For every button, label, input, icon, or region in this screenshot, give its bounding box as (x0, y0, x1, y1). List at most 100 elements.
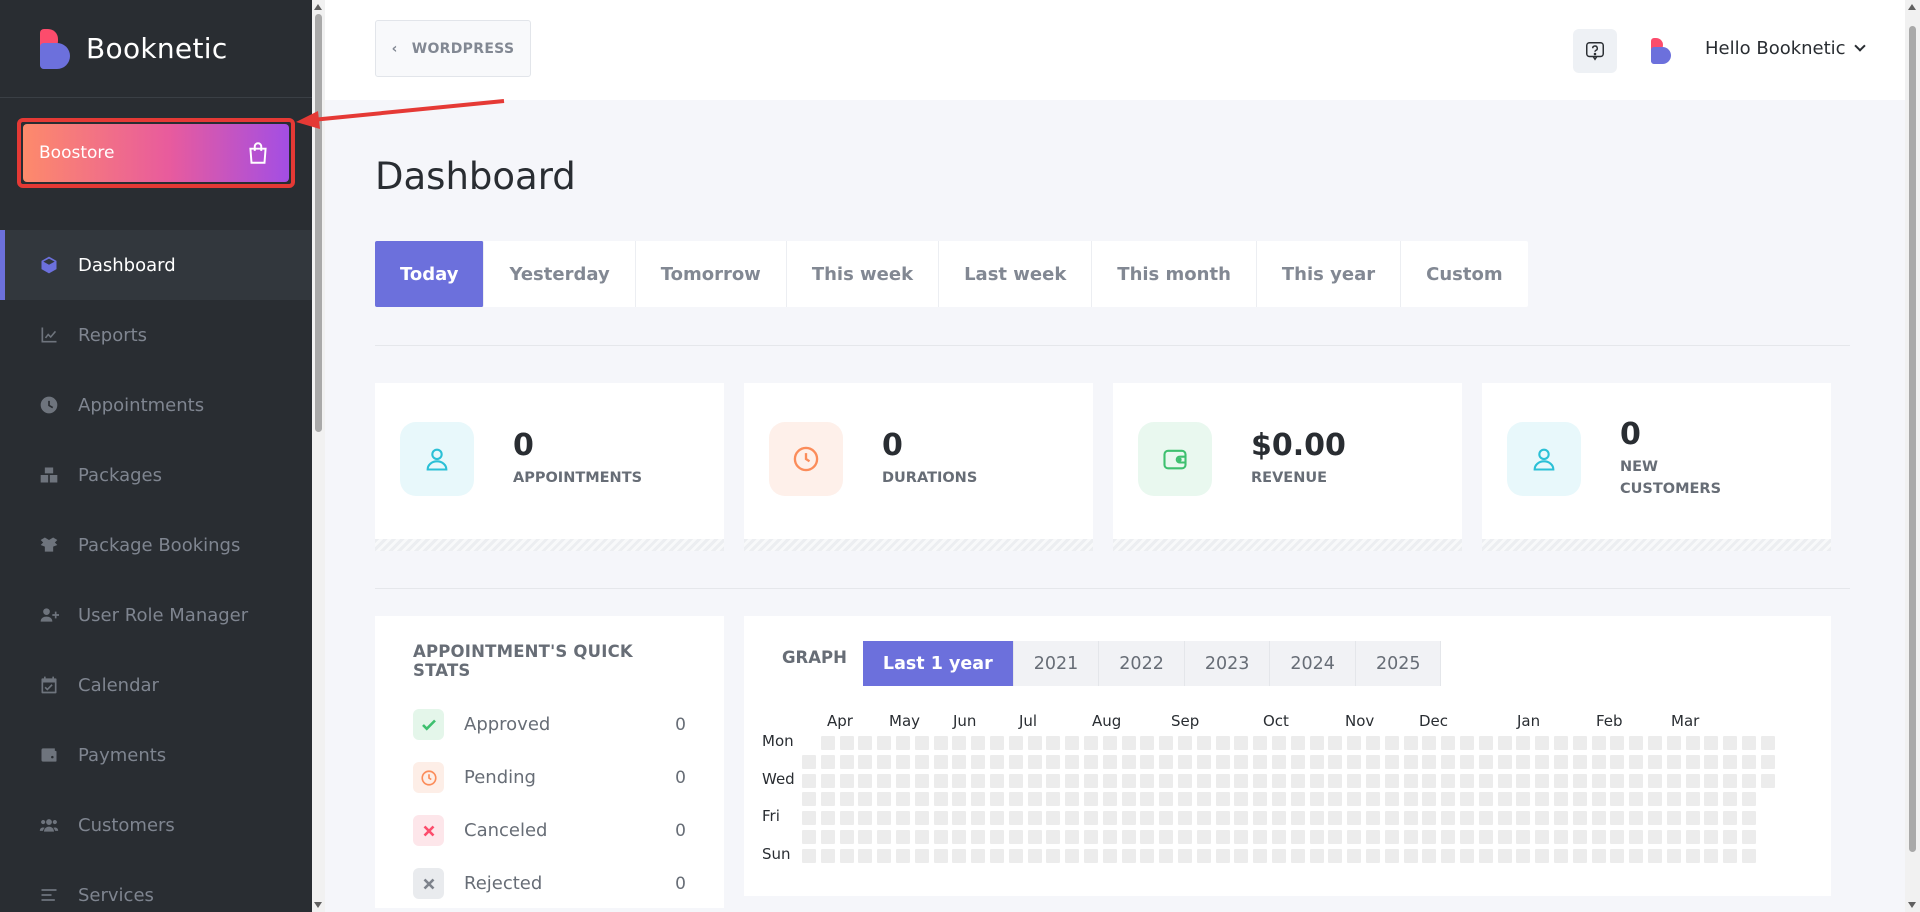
heatmap-cell[interactable] (1253, 792, 1267, 806)
heatmap-cell[interactable] (1216, 830, 1230, 844)
heatmap-cell[interactable] (1667, 830, 1681, 844)
heatmap-cell[interactable] (952, 755, 966, 769)
heatmap-cell[interactable] (1610, 849, 1624, 863)
heatmap-cell[interactable] (802, 774, 816, 788)
heatmap-cell[interactable] (1291, 811, 1305, 825)
heatmap-cell[interactable] (1573, 830, 1587, 844)
heatmap-cell[interactable] (1347, 830, 1361, 844)
heatmap-cell[interactable] (1404, 830, 1418, 844)
heatmap-cell[interactable] (934, 792, 948, 806)
heatmap-cell[interactable] (1610, 811, 1624, 825)
heatmap-cell[interactable] (1046, 792, 1060, 806)
heatmap-cell[interactable] (1629, 736, 1643, 750)
heatmap-cell[interactable] (1385, 849, 1399, 863)
heatmap-cell[interactable] (915, 736, 929, 750)
heatmap-cell[interactable] (915, 811, 929, 825)
heatmap-cell[interactable] (1686, 792, 1700, 806)
heatmap-cell[interactable] (1422, 774, 1436, 788)
heatmap-cell[interactable] (896, 811, 910, 825)
heatmap-cell[interactable] (1216, 774, 1230, 788)
tab-this-year[interactable]: This year (1257, 241, 1402, 307)
sidebar-item-payments[interactable]: Payments (0, 720, 312, 790)
heatmap-cell[interactable] (1216, 811, 1230, 825)
heatmap-cell[interactable] (1498, 755, 1512, 769)
heatmap-cell[interactable] (1159, 811, 1173, 825)
heatmap-cell[interactable] (1159, 830, 1173, 844)
heatmap-cell[interactable] (1761, 755, 1775, 769)
heatmap-cell[interactable] (1366, 774, 1380, 788)
heatmap-cell[interactable] (1328, 755, 1342, 769)
heatmap-cell[interactable] (1422, 755, 1436, 769)
heatmap-cell[interactable] (1310, 755, 1324, 769)
heatmap-cell[interactable] (1178, 736, 1192, 750)
graph-tab-2024[interactable]: 2024 (1270, 641, 1356, 686)
heatmap-cell[interactable] (877, 755, 891, 769)
heatmap-cell[interactable] (1686, 849, 1700, 863)
heatmap-cell[interactable] (1704, 774, 1718, 788)
heatmap-cell[interactable] (934, 755, 948, 769)
heatmap-cell[interactable] (915, 830, 929, 844)
heatmap-cell[interactable] (1479, 792, 1493, 806)
page-scrollbar[interactable] (1905, 0, 1920, 912)
heatmap-cell[interactable] (1084, 736, 1098, 750)
heatmap-cell[interactable] (1065, 830, 1079, 844)
heatmap-cell[interactable] (1197, 774, 1211, 788)
heatmap-cell[interactable] (1516, 755, 1530, 769)
sidebar-item-package-bookings[interactable]: Package Bookings (0, 510, 312, 580)
heatmap-cell[interactable] (1516, 849, 1530, 863)
tab-last-week[interactable]: Last week (939, 241, 1093, 307)
heatmap-cell[interactable] (971, 774, 985, 788)
heatmap-cell[interactable] (952, 849, 966, 863)
heatmap-cell[interactable] (1498, 792, 1512, 806)
heatmap-cell[interactable] (971, 736, 985, 750)
scroll-down-arrow[interactable] (1908, 902, 1916, 908)
heatmap-cell[interactable] (1441, 830, 1455, 844)
heatmap-cell[interactable] (821, 830, 835, 844)
heatmap-cell[interactable] (1103, 792, 1117, 806)
heatmap-cell[interactable] (1122, 811, 1136, 825)
heatmap-cell[interactable] (1629, 755, 1643, 769)
heatmap-cell[interactable] (1742, 755, 1756, 769)
heatmap-cell[interactable] (1422, 830, 1436, 844)
heatmap-cell[interactable] (1197, 736, 1211, 750)
heatmap-cell[interactable] (1498, 774, 1512, 788)
heatmap-cell[interactable] (1704, 736, 1718, 750)
heatmap-cell[interactable] (877, 811, 891, 825)
heatmap-cell[interactable] (1253, 774, 1267, 788)
heatmap-cell[interactable] (1742, 792, 1756, 806)
heatmap-cell[interactable] (971, 830, 985, 844)
heatmap-cell[interactable] (1667, 792, 1681, 806)
heatmap-cell[interactable] (1404, 774, 1418, 788)
heatmap-cell[interactable] (1103, 849, 1117, 863)
heatmap-cell[interactable] (1460, 774, 1474, 788)
heatmap-cell[interactable] (1065, 811, 1079, 825)
heatmap-cell[interactable] (1197, 792, 1211, 806)
heatmap-cell[interactable] (802, 811, 816, 825)
sidebar-scroll-thumb[interactable] (315, 14, 322, 432)
heatmap-cell[interactable] (1385, 830, 1399, 844)
scroll-up-arrow[interactable] (1908, 4, 1916, 10)
heatmap-cell[interactable] (915, 792, 929, 806)
heatmap-cell[interactable] (1046, 811, 1060, 825)
heatmap-cell[interactable] (1686, 736, 1700, 750)
heatmap-cell[interactable] (915, 755, 929, 769)
heatmap-cell[interactable] (821, 774, 835, 788)
heatmap-cell[interactable] (1516, 792, 1530, 806)
heatmap-cell[interactable] (1667, 811, 1681, 825)
scroll-down-arrow[interactable] (314, 902, 322, 908)
heatmap-cell[interactable] (990, 811, 1004, 825)
heatmap-cell[interactable] (1723, 792, 1737, 806)
heatmap-cell[interactable] (1742, 736, 1756, 750)
heatmap-cell[interactable] (1084, 830, 1098, 844)
heatmap-cell[interactable] (1704, 755, 1718, 769)
heatmap-cell[interactable] (971, 792, 985, 806)
heatmap-cell[interactable] (1404, 849, 1418, 863)
heatmap-cell[interactable] (1761, 774, 1775, 788)
heatmap-cell[interactable] (1441, 849, 1455, 863)
heatmap-cell[interactable] (1216, 755, 1230, 769)
heatmap-cell[interactable] (1629, 774, 1643, 788)
heatmap-cell[interactable] (1723, 736, 1737, 750)
heatmap-cell[interactable] (934, 736, 948, 750)
heatmap-cell[interactable] (1460, 736, 1474, 750)
heatmap-cell[interactable] (1723, 830, 1737, 844)
